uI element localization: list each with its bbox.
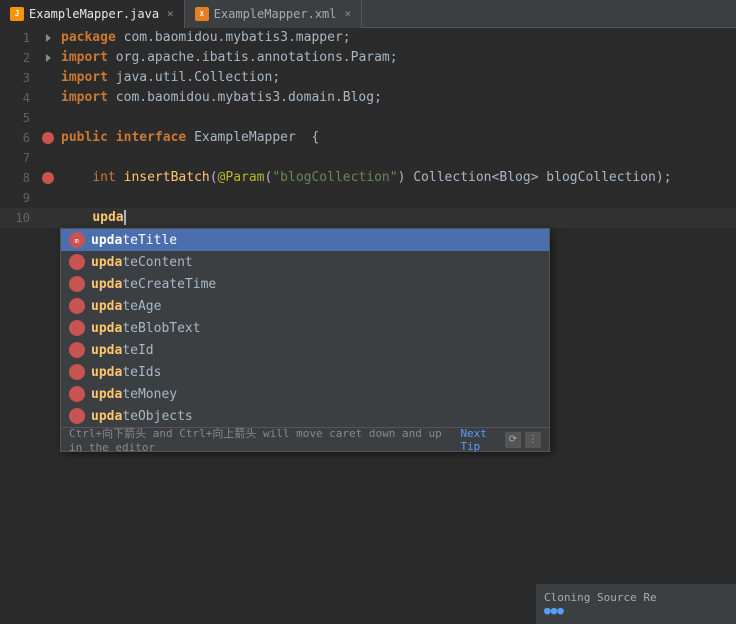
autocomplete-item-2[interactable]: updateCreateTime [61,273,549,295]
line-7: 7 [0,148,736,168]
autocomplete-label-8: updateObjects [91,409,193,424]
tab-xml[interactable]: X ExampleMapper.xml × [185,0,362,28]
line-3: 3 import java.util.Collection; [0,68,736,88]
bean-icon-6 [42,132,54,144]
method-icon-4 [69,320,85,336]
autocomplete-item-4[interactable]: updateBlobText [61,317,549,339]
method-icon-3 [69,298,85,314]
xml-file-icon: X [195,7,209,21]
line-2: 2 import org.apache.ibatis.annotations.P… [0,48,736,68]
autocomplete-label-1: updateContent [91,255,193,270]
autocomplete-label-4: updateBlobText [91,321,201,336]
autocomplete-item-3[interactable]: updateAge [61,295,549,317]
line-5: 5 [0,108,736,128]
line-1: 1 package com.baomidou.mybatis3.mapper; [0,28,736,48]
tab-xml-label: ExampleMapper.xml [214,7,337,21]
bean-icon-8 [42,172,54,184]
autocomplete-item-0[interactable]: m updateTitle [61,229,549,251]
line-8: 8 int insertBatch(@Param("blogCollection… [0,168,736,188]
method-icon-0: m [69,232,85,248]
status-bar: Cloning Source Re ●●● [536,584,736,624]
progress-dots: ●●● [544,604,564,617]
tab-java[interactable]: J ExampleMapper.java × [0,0,185,28]
tab-java-label: ExampleMapper.java [29,7,159,21]
method-icon-7 [69,386,85,402]
method-icon-6 [69,364,85,380]
spinner-icon: ⟳ [505,432,521,448]
autocomplete-item-1[interactable]: updateContent [61,251,549,273]
java-file-icon: J [10,7,24,21]
autocomplete-label-7: updateMoney [91,387,177,402]
method-icon-5 [69,342,85,358]
method-icon-2 [69,276,85,292]
autocomplete-label-5: updateId [91,343,154,358]
editor-area: 1 package com.baomidou.mybatis3.mapper; … [0,28,736,624]
method-icon-8 [69,408,85,424]
line-6: 6 public interface ExampleMapper { [0,128,736,148]
footer-next-tip[interactable]: Next Tip [460,427,505,453]
cloning-source-label: Cloning Source Re [544,591,657,604]
line-10: 10 upda [0,208,736,228]
footer-hint-text: Ctrl+向下箭头 and Ctrl+向上箭头 will move caret … [69,425,460,454]
autocomplete-item-5[interactable]: updateId [61,339,549,361]
footer-action-icons: ⟳ ⋮ [505,432,541,448]
autocomplete-item-8[interactable]: updateObjects [61,405,549,427]
autocomplete-dropdown[interactable]: m updateTitle updateContent updateCreate… [60,228,550,452]
autocomplete-label-0: updateTitle [91,233,177,248]
tab-bar: J ExampleMapper.java × X ExampleMapper.x… [0,0,736,28]
progress-indicator: ●●● [544,604,564,617]
autocomplete-item-6[interactable]: updateIds [61,361,549,383]
svg-text:m: m [75,237,79,245]
tab-java-close[interactable]: × [167,7,174,20]
more-icon[interactable]: ⋮ [525,432,541,448]
autocomplete-label-3: updateAge [91,299,161,314]
line-4: 4 import com.baomidou.mybatis3.domain.Bl… [0,88,736,108]
autocomplete-label-2: updateCreateTime [91,277,216,292]
autocomplete-footer: Ctrl+向下箭头 and Ctrl+向上箭头 will move caret … [61,427,549,451]
line-9: 9 [0,188,736,208]
tab-xml-close[interactable]: × [345,7,352,20]
method-icon-1 [69,254,85,270]
autocomplete-item-7[interactable]: updateMoney [61,383,549,405]
code-editor[interactable]: 1 package com.baomidou.mybatis3.mapper; … [0,28,736,228]
autocomplete-label-6: updateIds [91,365,161,380]
